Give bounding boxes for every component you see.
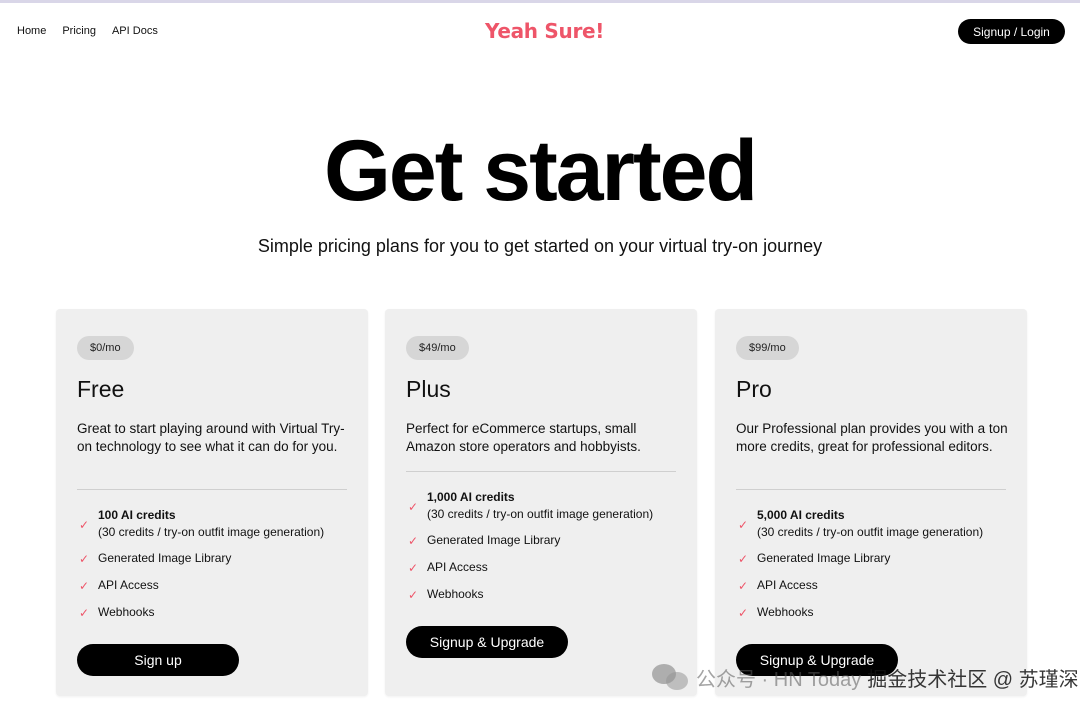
check-icon: ✓ bbox=[79, 578, 90, 593]
plan-name: Pro bbox=[736, 376, 772, 402]
window-top-border bbox=[0, 0, 1080, 3]
feature-label: API Access bbox=[98, 578, 159, 592]
plan-card-pro: $99/mo Pro Our Professional plan provide… bbox=[715, 309, 1027, 696]
plan-description: Perfect for eCommerce startups, small Am… bbox=[406, 421, 641, 454]
feature-label: API Access bbox=[427, 560, 488, 574]
check-icon: ✓ bbox=[408, 587, 419, 602]
feature-label: Webhooks bbox=[757, 605, 814, 619]
feature-item: ✓ Webhooks bbox=[406, 586, 686, 603]
page-title: Get started bbox=[323, 123, 758, 219]
feature-item-credits: ✓ 5,000 AI credits (30 credits / try-on … bbox=[736, 507, 1016, 543]
check-icon: ✓ bbox=[408, 500, 419, 514]
feature-label: API Access bbox=[757, 578, 818, 592]
feature-item: ✓ Generated Image Library bbox=[736, 550, 1016, 567]
feature-label: Webhooks bbox=[98, 605, 155, 619]
check-icon: ✓ bbox=[738, 578, 749, 593]
feature-list: ✓ 1,000 AI credits (30 credits / try-on … bbox=[406, 489, 686, 603]
feature-item: ✓ Generated Image Library bbox=[77, 550, 357, 567]
plan-description: Our Professional plan provides you with … bbox=[736, 421, 1008, 454]
check-icon: ✓ bbox=[738, 518, 749, 532]
feature-item: ✓ API Access bbox=[736, 577, 1016, 594]
check-icon: ✓ bbox=[408, 533, 419, 548]
feature-item-credits: ✓ 100 AI credits (30 credits / try-on ou… bbox=[77, 507, 357, 543]
feature-list: ✓ 5,000 AI credits (30 credits / try-on … bbox=[736, 507, 1016, 621]
divider bbox=[406, 471, 676, 472]
plan-name: Free bbox=[77, 376, 125, 402]
nav-api-docs-link[interactable]: API Docs bbox=[112, 25, 158, 37]
feature-item-credits: ✓ 1,000 AI credits (30 credits / try-on … bbox=[406, 489, 686, 525]
main-nav: Home Pricing API Docs bbox=[17, 25, 158, 37]
feature-label: Webhooks bbox=[427, 587, 484, 601]
feature-list: ✓ 100 AI credits (30 credits / try-on ou… bbox=[77, 507, 357, 621]
feature-item: ✓ API Access bbox=[406, 559, 686, 576]
check-icon: ✓ bbox=[738, 605, 749, 620]
sign-up-button[interactable]: Sign up bbox=[77, 644, 239, 676]
feature-label: Generated Image Library bbox=[757, 551, 891, 565]
divider bbox=[77, 489, 347, 490]
watermark-overlay: 公众号 · HN Today 掘金技术社区 @ 苏瑾深 bbox=[652, 662, 1079, 692]
check-icon: ✓ bbox=[79, 518, 90, 532]
plan-name: Plus bbox=[406, 376, 451, 402]
credits-label: 5,000 AI credits bbox=[757, 508, 845, 522]
plan-card-free: $0/mo Free Great to start playing around… bbox=[56, 309, 368, 696]
wechat-icon bbox=[652, 664, 690, 690]
check-icon: ✓ bbox=[738, 551, 749, 566]
check-icon: ✓ bbox=[79, 551, 90, 566]
divider bbox=[736, 489, 1006, 490]
check-icon: ✓ bbox=[408, 560, 419, 575]
credits-note: (30 credits / try-on outfit image genera… bbox=[427, 507, 654, 521]
signup-upgrade-button[interactable]: Signup & Upgrade bbox=[406, 626, 568, 658]
page-subtitle: Simple pricing plans for you to get star… bbox=[257, 236, 823, 256]
check-icon: ✓ bbox=[79, 605, 90, 620]
feature-item: ✓ Webhooks bbox=[736, 604, 1016, 621]
credits-note: (30 credits / try-on outfit image genera… bbox=[757, 525, 984, 539]
price-badge: $49/mo bbox=[406, 336, 469, 360]
price-badge: $0/mo bbox=[77, 336, 134, 360]
feature-label: Generated Image Library bbox=[427, 533, 561, 547]
plan-card-plus: $49/mo Plus Perfect for eCommerce startu… bbox=[385, 309, 697, 696]
credits-label: 1,000 AI credits bbox=[427, 490, 515, 504]
feature-item: ✓ API Access bbox=[77, 577, 357, 594]
feature-item: ✓ Generated Image Library bbox=[406, 532, 686, 549]
watermark-left-text: 公众号 · HN Today bbox=[696, 668, 862, 691]
nav-pricing-link[interactable]: Pricing bbox=[62, 25, 96, 37]
feature-item: ✓ Webhooks bbox=[77, 604, 357, 621]
credits-label: 100 AI credits bbox=[98, 508, 176, 522]
feature-label: Generated Image Library bbox=[98, 551, 232, 565]
brand-logo[interactable]: Yeah Sure! bbox=[485, 19, 604, 43]
plan-description: Great to start playing around with Virtu… bbox=[77, 421, 345, 454]
watermark-right-text: 掘金技术社区 @ 苏瑾深 bbox=[867, 668, 1079, 691]
price-badge: $99/mo bbox=[736, 336, 799, 360]
credits-note: (30 credits / try-on outfit image genera… bbox=[98, 525, 325, 539]
signup-login-button[interactable]: Signup / Login bbox=[958, 19, 1065, 44]
nav-home-link[interactable]: Home bbox=[17, 25, 46, 37]
